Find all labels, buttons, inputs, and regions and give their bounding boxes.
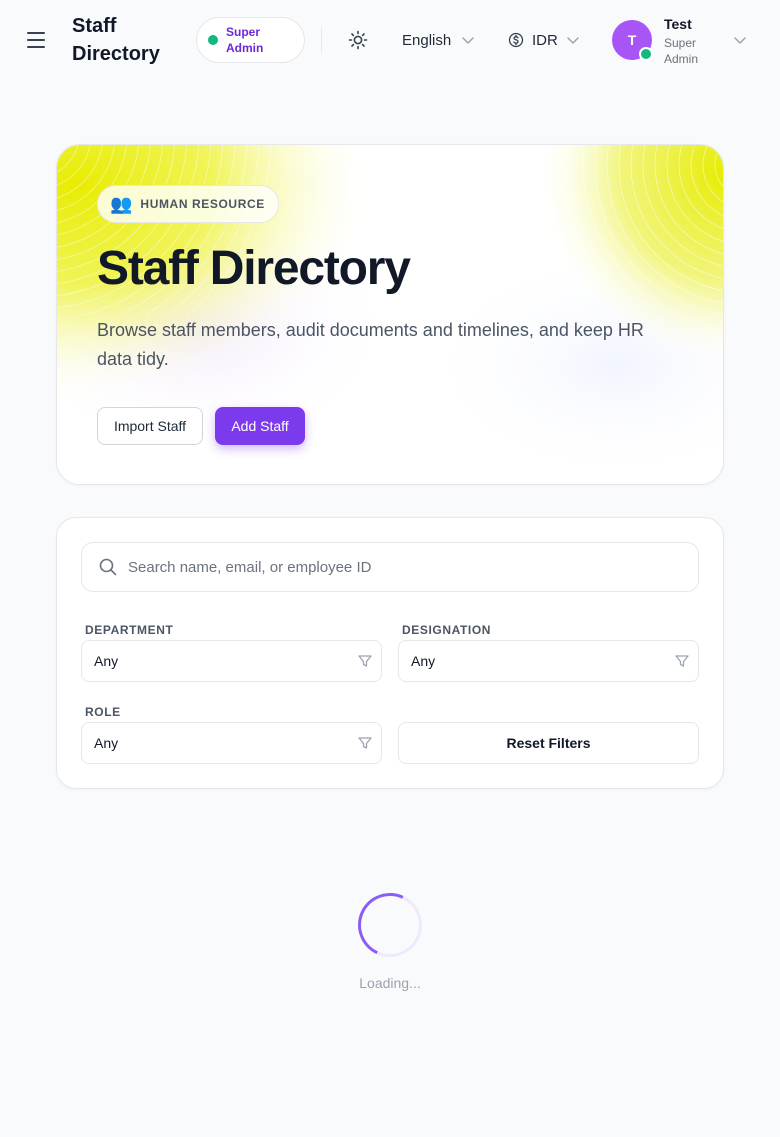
hero-card: 👥 HUMAN RESOURCE Staff Directory Browse … — [56, 144, 724, 485]
language-value: English — [402, 31, 452, 49]
chevron-down-icon — [462, 37, 474, 44]
search-input[interactable] — [128, 558, 668, 576]
divider — [321, 27, 322, 53]
category-badge: 👥 HUMAN RESOURCE — [97, 185, 279, 223]
role-label: ROLE — [85, 705, 121, 719]
hero-title: Staff Directory — [97, 242, 411, 295]
status-dot-icon — [208, 35, 218, 45]
loading-spinner-icon — [348, 883, 432, 967]
department-select[interactable]: Any — [81, 640, 382, 682]
search-box — [81, 542, 699, 592]
reset-filters-button[interactable]: Reset Filters — [398, 722, 699, 764]
online-status-icon — [639, 47, 653, 61]
chevron-down-icon — [567, 37, 579, 44]
designation-label: DESIGNATION — [402, 623, 492, 637]
department-value: Any — [94, 653, 119, 669]
chevron-down-icon — [734, 37, 746, 44]
role-badge: Super Admin — [196, 17, 305, 63]
role-value: Any — [94, 735, 119, 751]
sun-icon[interactable] — [346, 28, 370, 52]
loading-text: Loading... — [359, 975, 421, 991]
designation-value: Any — [411, 653, 436, 669]
role-badge-label: Super Admin — [226, 25, 264, 55]
filter-icon — [358, 737, 372, 749]
designation-select[interactable]: Any — [398, 640, 699, 682]
add-staff-button[interactable]: Add Staff — [215, 407, 305, 445]
department-label: DEPARTMENT — [85, 623, 174, 637]
filter-icon — [675, 655, 689, 667]
user-menu[interactable]: T Test Super Admin — [612, 14, 752, 66]
user-role: Super Admin — [664, 36, 699, 66]
dollar-icon — [508, 32, 524, 48]
category-badge-label: HUMAN RESOURCE — [140, 197, 265, 211]
role-select[interactable]: Any — [81, 722, 382, 764]
search-icon — [99, 558, 117, 576]
import-staff-button[interactable]: Import Staff — [97, 407, 203, 445]
currency-select[interactable]: IDR — [508, 28, 580, 52]
language-select[interactable]: English — [402, 28, 475, 52]
menu-icon[interactable] — [24, 28, 48, 52]
users-icon: 👥 — [110, 194, 133, 214]
hero-subtitle: Browse staff members, audit documents an… — [97, 320, 644, 369]
user-name: Test — [664, 16, 692, 32]
currency-value: IDR — [532, 31, 558, 49]
page-title: Staff Directory — [72, 15, 160, 65]
top-bar: Staff Directory Super Admin English IDR … — [0, 0, 780, 80]
filter-icon — [358, 655, 372, 667]
filters-card: DEPARTMENT Any DESIGNATION Any ROLE Any … — [56, 517, 724, 789]
